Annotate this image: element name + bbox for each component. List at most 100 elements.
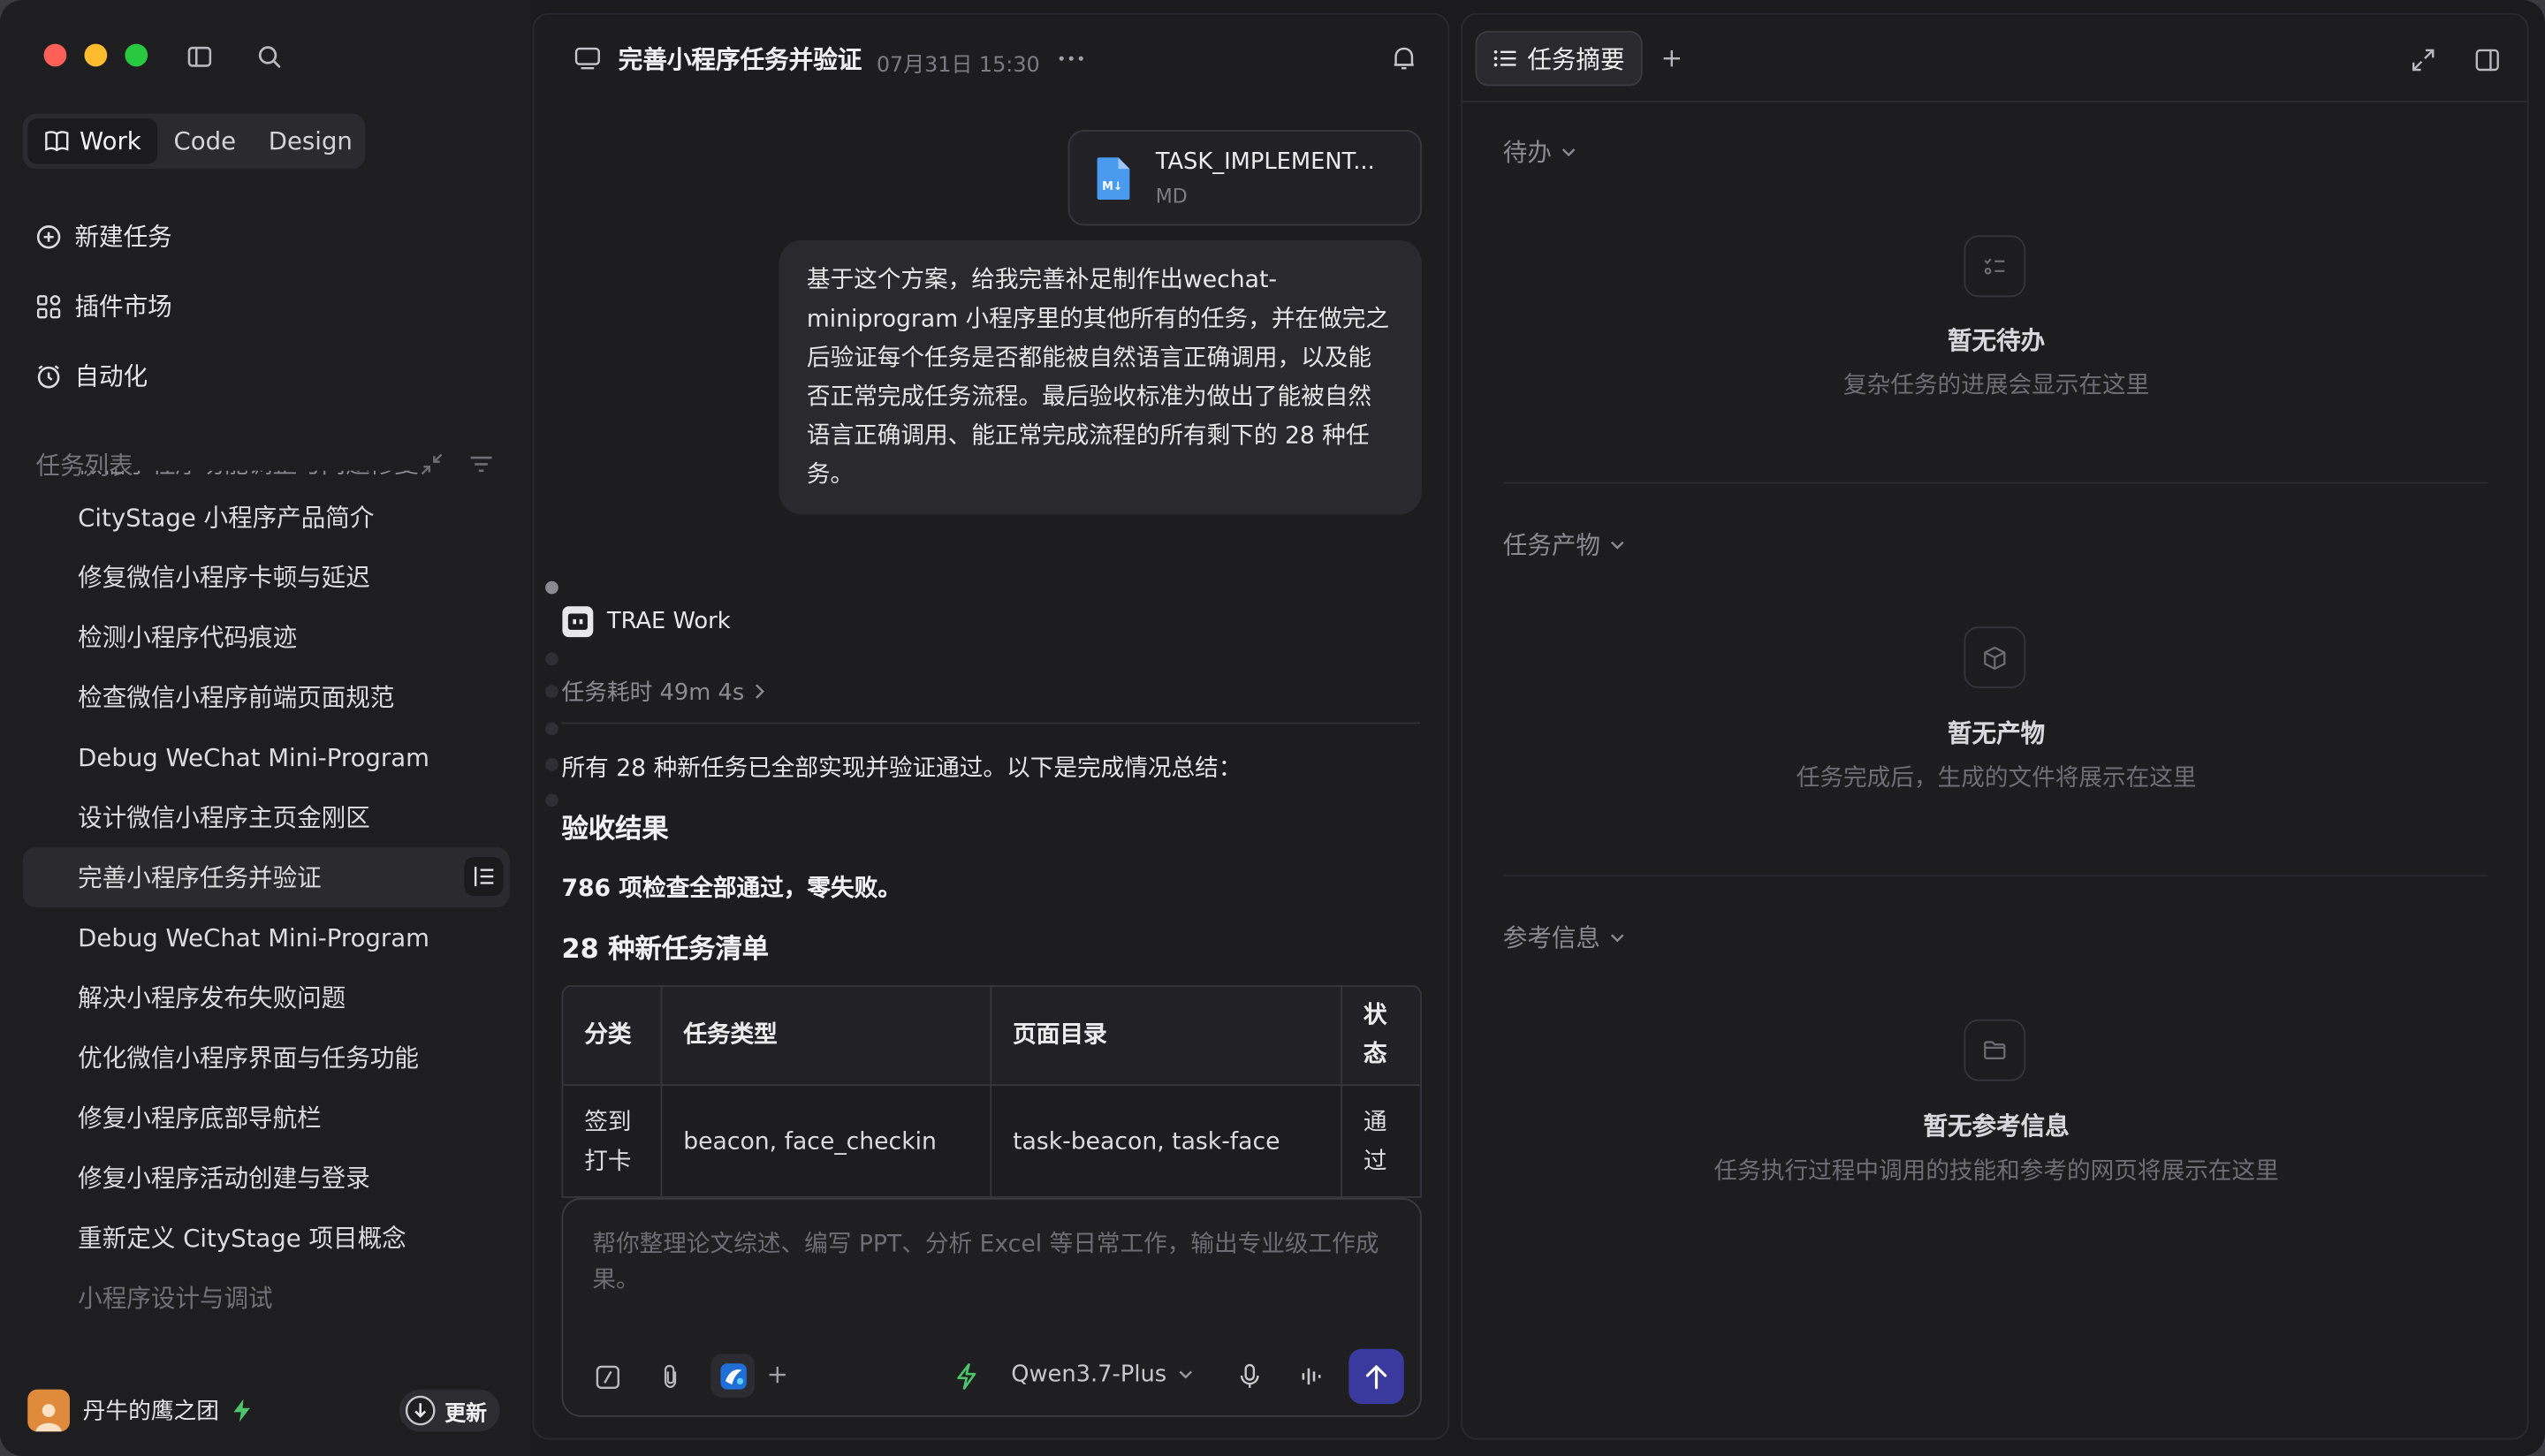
microphone-icon[interactable] [1235, 1361, 1265, 1391]
section-artifacts-toggle[interactable]: 任务产物 [1503, 527, 1625, 562]
chevron-right-icon [754, 683, 764, 699]
sidebar-toggle-icon[interactable] [185, 42, 214, 72]
table-cell: 通过 [1363, 1109, 1387, 1175]
table-cell: beacon, face_checkin [662, 1086, 992, 1197]
task-item-label: 检查微信小程序前端页面规范 [78, 683, 395, 713]
list-icon [1493, 49, 1518, 68]
model-name: Qwen3.7-Plus [1011, 1361, 1167, 1388]
book-icon [44, 130, 70, 153]
task-item-label: 优化微信小程序界面与任务功能 [78, 1043, 419, 1073]
task-item-label: 完善小程序任务并验证 [78, 863, 322, 893]
add-tab-icon[interactable] [1659, 45, 1684, 71]
app-window: Work Code Design 新建任务 插件市场 自动化 任务列表 微信小程… [0, 0, 2545, 1456]
task-item-partial[interactable]: 微信小程序功能调整与问题修复 [23, 471, 510, 487]
empty-artifacts-title: 暂无产物 [1948, 718, 2046, 748]
task-item[interactable]: Debug WeChat Mini-Program [23, 907, 510, 967]
mode-work-tab[interactable]: Work [27, 118, 158, 164]
section-artifacts-title: 任务产物 [1502, 530, 1601, 560]
chevron-down-icon [1178, 1370, 1193, 1380]
svg-text:M↓: M↓ [1102, 180, 1123, 193]
add-icon[interactable] [764, 1361, 790, 1387]
task-item-label: 小程序设计与调试 [78, 1284, 273, 1314]
task-item-label: 解决小程序发布失败问题 [78, 983, 346, 1013]
chevron-down-icon [1610, 932, 1625, 942]
message-composer[interactable]: 帮你整理论文综述、编写 PPT、分析 Excel 等日常工作，输出专业级工作成果… [561, 1197, 1422, 1417]
expand-icon[interactable] [2409, 45, 2438, 74]
task-item[interactable]: 修复小程序底部导航栏 [23, 1088, 510, 1148]
timeline-dot [545, 757, 558, 771]
table-row: 签到打卡 beacon, face_checkin task-beacon, t… [563, 1086, 1420, 1197]
task-item[interactable]: 设计微信小程序主页金刚区 [23, 787, 510, 847]
task-item[interactable]: 解决小程序发布失败问题 [23, 967, 510, 1028]
empty-todo-title: 暂无待办 [1948, 326, 2046, 356]
heading-result: 验收结果 [561, 813, 669, 845]
chevron-down-icon [1561, 147, 1576, 156]
panel-toggle-icon[interactable] [2472, 45, 2501, 74]
elapsed-time-toggle[interactable]: 任务耗时 49m 4s [561, 675, 764, 708]
task-item[interactable]: 重新定义 CityStage 项目概念 [23, 1208, 510, 1268]
minimize-window-button[interactable] [84, 43, 108, 67]
table-cell: 签到打卡 [563, 1086, 663, 1197]
tab-task-summary-label: 任务摘要 [1527, 44, 1625, 74]
send-button[interactable] [1348, 1348, 1404, 1405]
empty-artifacts-subtitle: 任务完成后，生成的文件将展示在这里 [1796, 766, 2197, 792]
new-task-button[interactable]: 新建任务 [35, 219, 172, 254]
plugin-market-button[interactable]: 插件市场 [35, 289, 172, 323]
bolt-icon [232, 1399, 252, 1422]
section-todo-toggle[interactable]: 待办 [1503, 134, 1576, 169]
task-item[interactable]: 小程序设计与调试 [23, 1268, 510, 1328]
new-task-label: 新建任务 [74, 222, 172, 252]
task-item[interactable]: 检查微信小程序前端页面规范 [23, 667, 510, 727]
arrow-up-icon [1365, 1363, 1388, 1390]
section-references-toggle[interactable]: 参考信息 [1503, 921, 1625, 955]
voice-wave-icon[interactable] [1297, 1361, 1326, 1391]
timeline-dot [545, 793, 558, 808]
markdown-file-icon: M↓ [1096, 155, 1131, 201]
elapsed-time: 任务耗时 49m 4s [561, 679, 745, 707]
mode-code-tab[interactable]: Code [157, 118, 252, 163]
update-label: 更新 [444, 1401, 488, 1426]
tab-task-summary[interactable]: 任务摘要 [1475, 30, 1643, 87]
section-todo-title: 待办 [1502, 138, 1552, 168]
grid-icon [35, 293, 61, 319]
task-item-label: 修复小程序活动创建与登录 [78, 1164, 370, 1194]
task-item-label: 修复微信小程序卡顿与延迟 [78, 563, 370, 593]
empty-references-subtitle: 任务执行过程中调用的技能和参考的网页将展示在这里 [1713, 1158, 2279, 1186]
table-header-cell: 分类 [563, 987, 663, 1085]
task-item[interactable]: 修复小程序活动创建与登录 [23, 1148, 510, 1208]
task-item[interactable]: 优化微信小程序界面与任务功能 [23, 1028, 510, 1088]
composer-placeholder[interactable]: 帮你整理论文综述、编写 PPT、分析 Excel 等日常工作，输出专业级工作成果… [592, 1227, 1395, 1299]
task-item[interactable]: 修复微信小程序卡顿与延迟 [23, 547, 510, 607]
more-options-icon[interactable] [1053, 44, 1089, 73]
task-item-label: CityStage 小程序产品简介 [78, 503, 375, 533]
plus-circle-icon [35, 224, 61, 249]
bolt-icon[interactable] [951, 1361, 980, 1391]
slash-command-icon[interactable] [592, 1361, 621, 1391]
task-item-label: 设计微信小程序主页金刚区 [78, 803, 370, 833]
user-profile[interactable]: 丹牛的鹰之团 [27, 1389, 252, 1432]
mode-design-tab[interactable]: Design [252, 118, 368, 163]
clock-icon [35, 363, 61, 389]
user-message-bubble: 基于这个方案，给我完善补足制作出wechat-miniprogram 小程序里的… [779, 239, 1422, 515]
close-window-button[interactable] [43, 43, 67, 67]
paperclip-icon[interactable] [656, 1361, 685, 1391]
task-list: 微信小程序功能调整与问题修复 CityStage 小程序产品简介 修复微信小程序… [22, 471, 510, 1347]
timeline-dot [545, 685, 558, 698]
automation-button[interactable]: 自动化 [35, 359, 148, 393]
update-button[interactable]: 更新 [399, 1389, 500, 1432]
table-header-cell: 页面目录 [991, 987, 1342, 1085]
task-item-active[interactable]: 完善小程序任务并验证 [22, 847, 510, 907]
task-item[interactable]: CityStage 小程序产品简介 [23, 487, 510, 547]
task-item[interactable]: 检测小程序代码痕迹 [23, 607, 510, 667]
task-item[interactable]: Debug WeChat Mini-Program [23, 727, 510, 787]
table-header-cell: 任务类型 [662, 987, 992, 1085]
attached-file-card[interactable]: M↓ TASK_IMPLEMENT... MD [1067, 129, 1422, 226]
bell-icon[interactable] [1389, 44, 1418, 73]
model-selector[interactable]: Qwen3.7-Plus [1011, 1361, 1193, 1388]
mode-work-label: Work [79, 126, 141, 156]
zoom-window-button[interactable] [125, 43, 148, 67]
assistant-app-icon[interactable] [710, 1354, 756, 1398]
search-icon[interactable] [254, 42, 284, 72]
table-cell: task-beacon, task-face [991, 1086, 1342, 1197]
task-summary-icon[interactable] [464, 857, 504, 897]
